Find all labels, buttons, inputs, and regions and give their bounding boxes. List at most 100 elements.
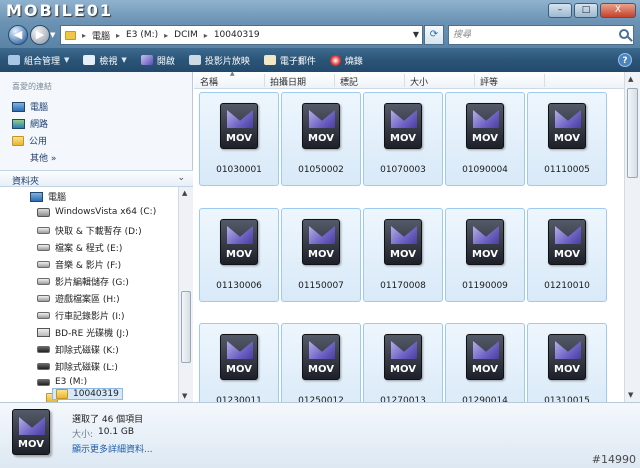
- file-type-label: MOV: [308, 364, 334, 375]
- folders-header[interactable]: 資料夾 ⌄: [0, 170, 193, 187]
- tree-item-drive-e[interactable]: 檔案 & 程式 (E:): [37, 241, 122, 254]
- tree-item-drive-h[interactable]: 遊戲檔案區 (H:): [37, 292, 120, 305]
- organize-button[interactable]: 組合管理 ▼: [8, 54, 69, 67]
- scrollbar-thumb[interactable]: [627, 88, 638, 178]
- scroll-down-icon[interactable]: ▼: [182, 392, 187, 400]
- tree-item-drive-g[interactable]: 影片編輯儲存 (G:): [37, 275, 129, 288]
- video-glyph-icon: [555, 110, 581, 128]
- back-button[interactable]: ◀: [8, 25, 28, 45]
- scroll-down-icon[interactable]: ▼: [628, 391, 633, 399]
- column-rating[interactable]: 評等: [480, 75, 498, 88]
- favorite-link-network[interactable]: 網路: [12, 117, 48, 130]
- column-divider[interactable]: [474, 74, 475, 87]
- views-label: 檢視: [99, 56, 118, 67]
- email-button[interactable]: 電子郵件: [263, 54, 316, 67]
- mov-file-icon: MOV: [302, 103, 340, 149]
- show-more-details-link[interactable]: 顯示更多詳細資料...: [72, 442, 153, 455]
- column-divider[interactable]: [544, 74, 545, 87]
- file-tile[interactable]: MOV 01070003: [363, 92, 443, 186]
- favorite-links-more[interactable]: 其他 »: [30, 151, 56, 164]
- scroll-up-icon[interactable]: ▲: [182, 189, 187, 197]
- breadcrumb-current-folder[interactable]: 10040319: [214, 30, 260, 40]
- views-button[interactable]: 檢視 ▼: [83, 54, 127, 67]
- favorite-link-computer[interactable]: 電腦: [12, 100, 48, 113]
- burn-button[interactable]: 燒錄: [329, 54, 363, 67]
- file-tile[interactable]: MOV 01150007: [281, 208, 361, 302]
- file-tile[interactable]: MOV 01050002: [281, 92, 361, 186]
- column-divider[interactable]: [404, 74, 405, 87]
- file-tile[interactable]: MOV 01310015: [527, 323, 607, 402]
- command-toolbar: 組合管理 ▼ 檢視 ▼ 開啟 投影片放映 電子郵件 燒錄 ?: [0, 48, 640, 72]
- details-pane: MOV 選取了 46 個項目 大小: 10.1 GB 顯示更多詳細資料... #…: [0, 402, 640, 468]
- file-tile[interactable]: MOV 01230011: [199, 323, 279, 402]
- tree-item-drive-j[interactable]: BD-RE 光碟機 (J:): [37, 326, 129, 339]
- favorite-link-public[interactable]: 公用: [12, 134, 47, 147]
- mov-file-icon: MOV: [548, 334, 586, 380]
- slideshow-button[interactable]: 投影片放映: [188, 54, 250, 67]
- file-tile[interactable]: MOV 01090004: [445, 92, 525, 186]
- file-list-scrollbar[interactable]: ▲ ▼: [624, 72, 640, 402]
- column-divider[interactable]: [334, 74, 335, 87]
- slideshow-label: 投影片放映: [204, 56, 250, 67]
- tree-item-drive-c[interactable]: WindowsVista x64 (C:): [37, 207, 156, 217]
- file-tile[interactable]: MOV 01190009: [445, 208, 525, 302]
- help-button[interactable]: ?: [618, 53, 632, 67]
- tree-item-drive-k[interactable]: 卸除式磁碟 (K:): [37, 343, 119, 356]
- file-tile[interactable]: MOV 01030001: [199, 92, 279, 186]
- file-tile[interactable]: MOV 01170008: [363, 208, 443, 302]
- column-divider[interactable]: [264, 74, 265, 87]
- file-tile[interactable]: MOV 01110005: [527, 92, 607, 186]
- tree-item-drive-d[interactable]: 快取 & 下載暫存 (D:): [37, 224, 142, 237]
- breadcrumb-separator-icon[interactable]: ▸: [82, 31, 86, 40]
- maximize-button[interactable]: □: [574, 3, 598, 18]
- video-glyph-icon: [227, 341, 253, 359]
- file-tile[interactable]: MOV 01250012: [281, 323, 361, 402]
- minimize-button[interactable]: –: [548, 3, 572, 18]
- column-tags[interactable]: 標記: [340, 75, 358, 88]
- video-glyph-icon: [391, 110, 417, 128]
- breadcrumb-dcim[interactable]: DCIM: [174, 30, 198, 40]
- open-button[interactable]: 開啟: [140, 54, 175, 67]
- tree-item-10040319[interactable]: 10040319: [52, 388, 123, 400]
- breadcrumb-separator-icon[interactable]: ▸: [164, 31, 168, 40]
- tree-item-label: 10040319: [73, 389, 119, 399]
- tree-item-computer[interactable]: 電腦: [30, 190, 66, 203]
- search-input[interactable]: 搜尋: [448, 25, 634, 45]
- removable-drive-icon: [37, 346, 50, 353]
- tree-item-label: 快取 & 下載暫存 (D:): [55, 227, 142, 237]
- tree-item-label: 遊戲檔案區 (H:): [55, 295, 120, 305]
- scroll-up-icon[interactable]: ▲: [628, 75, 633, 83]
- chevron-down-icon[interactable]: ⌄: [177, 173, 185, 183]
- forward-button[interactable]: ▶: [30, 25, 50, 45]
- optical-drive-icon: [37, 328, 50, 337]
- address-dropdown-icon[interactable]: ▼: [413, 30, 419, 39]
- address-bar[interactable]: ▸ 電腦 ▸ E3 (M:) ▸ DCIM ▸ 10040319 ▼: [60, 25, 423, 45]
- tree-item-drive-m[interactable]: E3 (M:): [37, 377, 87, 387]
- chevron-down-icon: ▼: [121, 56, 127, 64]
- file-name: 01070003: [380, 165, 426, 175]
- video-glyph-icon: [473, 226, 499, 244]
- tree-item-drive-l[interactable]: 卸除式磁碟 (L:): [37, 360, 118, 373]
- tree-item-drive-i[interactable]: 行車記錄影片 (I:): [37, 309, 125, 322]
- refresh-button[interactable]: ⟳: [424, 25, 444, 45]
- file-tile[interactable]: MOV 01130006: [199, 208, 279, 302]
- search-icon[interactable]: [619, 29, 629, 39]
- mov-file-icon: MOV: [466, 334, 504, 380]
- breadcrumb-separator-icon[interactable]: ▸: [116, 31, 120, 40]
- breadcrumb-drive[interactable]: E3 (M:): [126, 30, 158, 40]
- column-name[interactable]: 名稱: [200, 75, 218, 88]
- breadcrumb-separator-icon[interactable]: ▸: [204, 31, 208, 40]
- tree-item-drive-f[interactable]: 音樂 & 影片 (F:): [37, 258, 121, 271]
- close-button[interactable]: X: [600, 3, 636, 18]
- scrollbar-thumb[interactable]: [181, 291, 191, 363]
- file-tile[interactable]: MOV 01210010: [527, 208, 607, 302]
- folder-tree-scrollbar[interactable]: ▲ ▼: [178, 187, 193, 402]
- video-glyph-icon: [309, 341, 335, 359]
- computer-icon: [30, 191, 43, 202]
- column-date-taken[interactable]: 拍攝日期: [270, 75, 306, 88]
- column-size[interactable]: 大小: [410, 75, 428, 88]
- file-tile[interactable]: MOV 01270013: [363, 323, 443, 402]
- file-tile[interactable]: MOV 01290014: [445, 323, 525, 402]
- recent-pages-dropdown-icon[interactable]: ▼: [50, 31, 55, 39]
- breadcrumb-computer[interactable]: 電腦: [92, 29, 110, 42]
